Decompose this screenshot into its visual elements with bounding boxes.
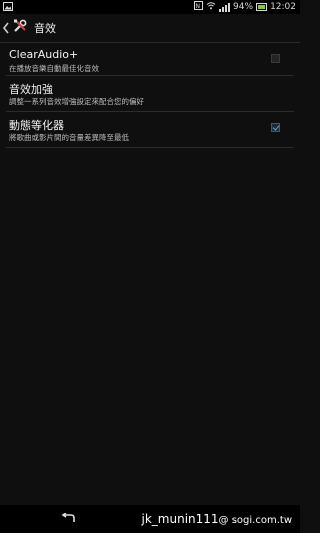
image-notification-icon bbox=[3, 2, 13, 14]
battery-icon bbox=[256, 3, 268, 11]
signal-icon bbox=[219, 2, 231, 12]
setting-clearaudio[interactable]: ClearAudio+ 在播放音樂自動最佳化音效 bbox=[6, 43, 294, 76]
setting-title: ClearAudio+ bbox=[9, 48, 79, 61]
watermark-user: jk_munin111 bbox=[141, 512, 219, 526]
settings-list: ClearAudio+ 在播放音樂自動最佳化音效 音效加強 調整一系列音效增強設… bbox=[0, 43, 300, 148]
status-bar: N 94% 12:02 bbox=[0, 0, 300, 14]
page-title: 音效 bbox=[34, 22, 56, 35]
nfc-icon: N bbox=[194, 1, 204, 13]
setting-subtitle: 將歌曲或影片間的音量差異降至最低 bbox=[9, 133, 129, 142]
setting-title: 音效加強 bbox=[9, 83, 53, 96]
tools-icon[interactable] bbox=[10, 18, 28, 38]
setting-subtitle: 在播放音樂自動最佳化音效 bbox=[9, 64, 99, 73]
navigation-bar: jk_munin111@ sogi.com.tw bbox=[0, 505, 300, 533]
setting-subtitle: 調整一系列音效增強設定來配合您的偏好 bbox=[9, 97, 144, 106]
watermark: jk_munin111@ sogi.com.tw bbox=[142, 512, 292, 526]
setting-title: 動態等化器 bbox=[9, 119, 64, 132]
setting-dynamic-normalizer[interactable]: 動態等化器 將歌曲或影片間的音量差異降至最低 bbox=[6, 112, 294, 148]
action-bar: 音效 bbox=[0, 14, 300, 43]
setting-sound-enhancement[interactable]: 音效加強 調整一系列音效增強設定來配合您的偏好 bbox=[6, 76, 294, 112]
watermark-site: @ sogi.com.tw bbox=[218, 515, 292, 526]
wifi-icon bbox=[206, 1, 216, 13]
back-chevron-icon[interactable] bbox=[0, 19, 10, 38]
battery-percent: 94% bbox=[233, 2, 254, 12]
svg-text:N: N bbox=[196, 3, 201, 10]
clock: 12:02 bbox=[270, 2, 296, 12]
dynamic-normalizer-checkbox[interactable] bbox=[271, 123, 280, 132]
clearaudio-checkbox[interactable] bbox=[271, 54, 280, 63]
